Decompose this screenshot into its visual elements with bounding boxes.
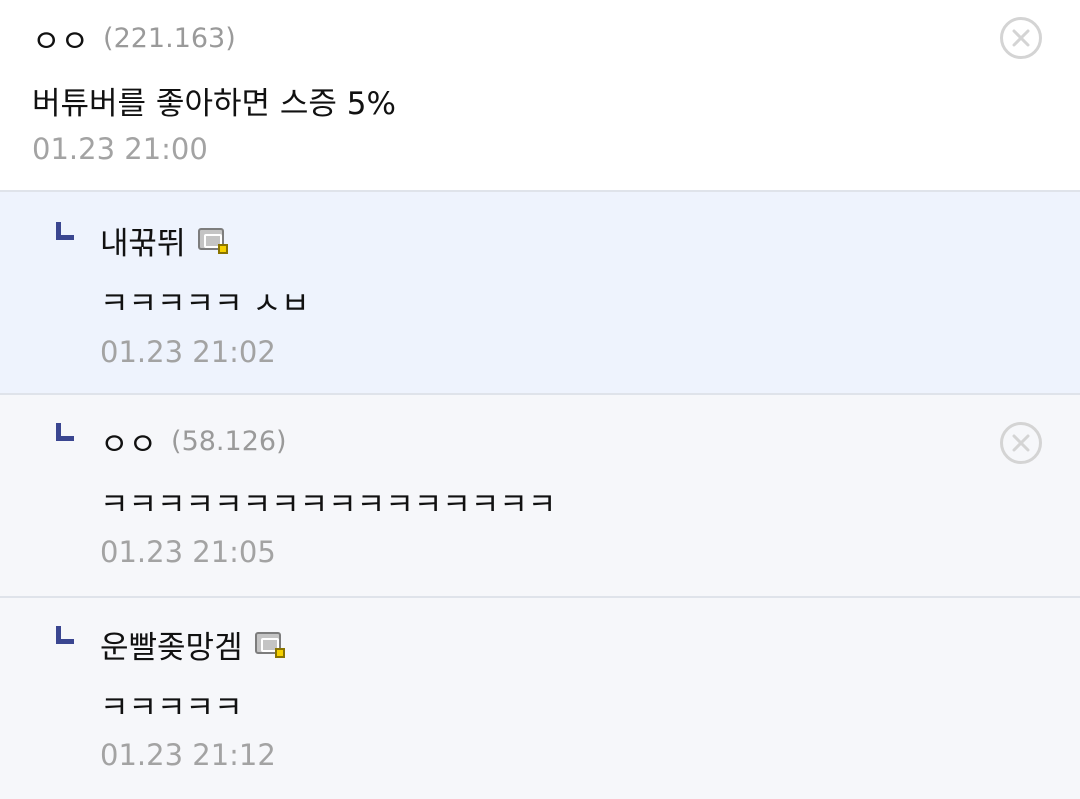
comment-header: ㅇㅇ (58.126) — [100, 419, 287, 464]
delete-comment-button[interactable] — [1000, 17, 1042, 59]
reply-item: 운빨좆망겜 ㅋㅋㅋㅋㅋ 01.23 21:12 — [0, 598, 1080, 799]
comment-text: ㅋㅋㅋㅋㅋ ㅅㅂ — [100, 286, 310, 322]
comment-header: 운빨좆망겜 — [100, 622, 285, 667]
comment-ip: (221.163) — [103, 23, 236, 54]
fixed-nick-icon — [197, 227, 228, 254]
comment-nickname[interactable]: ㅇㅇ — [32, 16, 89, 61]
reply-item: 내꾺뛰 ㅋㅋㅋㅋㅋ ㅅㅂ 01.23 21:02 — [0, 192, 1080, 395]
comment-date: 01.23 21:12 — [100, 738, 276, 772]
comment-date: 01.23 21:00 — [32, 132, 208, 166]
comment-header: 내꾺뛰 — [100, 218, 228, 263]
comment-nickname[interactable]: 내꾺뛰 — [100, 218, 186, 263]
comment-date: 01.23 21:02 — [100, 335, 276, 369]
comment-text: ㅋㅋㅋㅋㅋㅋㅋㅋㅋㅋㅋㅋㅋㅋㅋㅋ — [100, 487, 557, 523]
reply-arrow-icon — [56, 423, 74, 441]
reply-arrow-icon — [56, 626, 74, 644]
delete-comment-button[interactable] — [1000, 422, 1042, 464]
reply-item: ㅇㅇ (58.126) ㅋㅋㅋㅋㅋㅋㅋㅋㅋㅋㅋㅋㅋㅋㅋㅋ 01.23 21:05 — [0, 395, 1080, 598]
comment-ip: (58.126) — [171, 426, 287, 457]
reply-arrow-icon — [56, 222, 74, 240]
comment-date: 01.23 21:05 — [100, 535, 276, 569]
circle-x-icon — [1012, 29, 1030, 47]
comment-header: ㅇㅇ (221.163) — [32, 16, 236, 61]
fixed-nick-icon — [254, 631, 285, 658]
circle-x-icon — [1012, 434, 1030, 452]
comment-item: ㅇㅇ (221.163) 버튜버를 좋아하면 스증 5% 01.23 21:00 — [0, 0, 1080, 192]
comment-text: 버튜버를 좋아하면 스증 5% — [32, 86, 396, 122]
comment-text: ㅋㅋㅋㅋㅋ — [100, 690, 243, 726]
comment-nickname[interactable]: 운빨좆망겜 — [100, 622, 243, 667]
comment-nickname[interactable]: ㅇㅇ — [100, 419, 157, 464]
